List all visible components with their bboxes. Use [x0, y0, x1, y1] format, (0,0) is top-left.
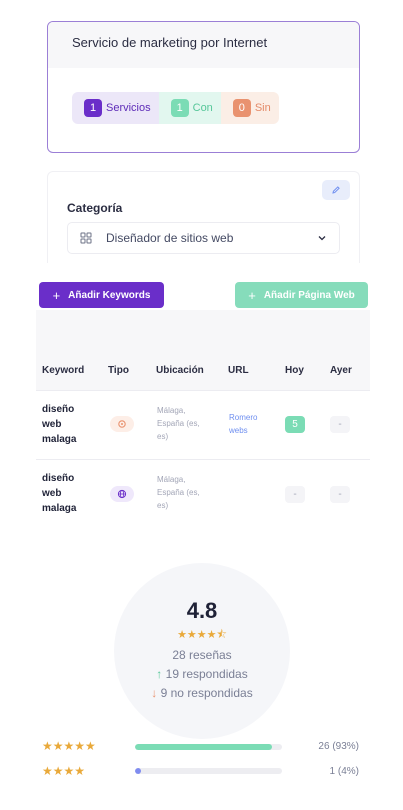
stat-con[interactable]: 1 Con: [158, 92, 221, 124]
five-star-count: 26 (93%): [318, 741, 359, 752]
five-star-bar: [135, 744, 282, 750]
add-keywords-label: Añadir Keywords: [68, 289, 151, 301]
stat-con-count: 1: [170, 99, 189, 117]
keyword-table-header: Keyword Tipo Ubicación URL Hoy Ayer: [36, 365, 370, 391]
category-label: Categoría: [67, 201, 123, 215]
edit-category-button[interactable]: [322, 180, 350, 200]
unanswered-count: ↓ 9 no respondidas: [114, 686, 290, 700]
unanswered-label: 9 no respondidas: [160, 686, 253, 700]
location-pin-icon: [110, 416, 134, 432]
stat-con-label: Con: [192, 102, 213, 114]
service-title: Servicio de marketing por Internet: [48, 22, 359, 68]
arrow-up-icon: ↑: [156, 667, 163, 681]
location-cell: Málaga, España (es, es): [157, 475, 200, 510]
url-link[interactable]: Romero webs: [229, 411, 273, 437]
hoy-rank-badge: -: [285, 486, 305, 503]
category-select[interactable]: Diseñador de sitios web: [67, 222, 340, 254]
rating-stars: ★★★★⯪: [177, 629, 227, 641]
plus-icon: +: [248, 287, 256, 303]
category-selected-value: Diseñador de sitios web: [106, 231, 234, 245]
arrow-down-icon: ↓: [151, 686, 158, 700]
stat-services-label: Servicios: [106, 102, 151, 114]
service-card: Servicio de marketing por Internet 1 Ser…: [47, 21, 360, 153]
column-url[interactable]: URL: [228, 365, 249, 376]
four-star-label: ★★★★: [42, 764, 86, 778]
ayer-rank-badge: -: [330, 486, 350, 503]
reviews-count: 28 reseñas: [172, 648, 232, 662]
column-ayer[interactable]: Ayer: [330, 365, 352, 376]
stat-sin[interactable]: 0 Sin: [220, 92, 279, 124]
keyword-cell[interactable]: diseño web malaga: [42, 471, 92, 516]
keyword-cell[interactable]: diseño web malaga: [42, 402, 92, 447]
category-card: Categoría Diseñador de sitios web: [47, 171, 360, 263]
divider: [36, 459, 370, 460]
stat-sin-label: Sin: [254, 102, 271, 114]
five-star-bar-fill: [135, 744, 272, 750]
plus-icon: +: [52, 287, 61, 303]
five-star-label: ★★★★★: [42, 739, 96, 753]
location-cell: Málaga, España (es, es): [157, 406, 200, 441]
four-star-count: 1 (4%): [329, 766, 359, 777]
pencil-icon: [332, 186, 340, 194]
column-hoy[interactable]: Hoy: [285, 365, 304, 376]
four-star-bar-fill: [135, 768, 141, 774]
ayer-rank-badge: -: [330, 416, 350, 433]
column-ubicacion[interactable]: Ubicación: [156, 365, 204, 376]
stat-services-count: 1: [84, 99, 102, 117]
hoy-rank-badge: 5: [285, 416, 305, 433]
column-tipo[interactable]: Tipo: [108, 365, 129, 376]
rating-score: 4.8: [186, 598, 218, 623]
answered-count: ↑ 19 respondidas: [114, 667, 290, 681]
add-web-page-button[interactable]: + Añadir Página Web: [235, 282, 368, 308]
answered-label: 19 respondidas: [165, 667, 248, 681]
globe-icon: [110, 486, 134, 502]
service-stats: 1 Servicios 1 Con 0 Sin: [72, 92, 279, 124]
grid-icon: [80, 232, 92, 244]
chevron-down-icon: [317, 233, 327, 243]
add-web-page-label: Añadir Página Web: [263, 289, 355, 301]
add-keywords-button[interactable]: + Añadir Keywords: [39, 282, 164, 308]
divider: [36, 390, 370, 391]
column-keyword[interactable]: Keyword: [42, 365, 84, 376]
stat-services[interactable]: 1 Servicios: [72, 92, 159, 124]
four-star-bar: [135, 768, 282, 774]
stat-sin-count: 0: [232, 99, 251, 117]
